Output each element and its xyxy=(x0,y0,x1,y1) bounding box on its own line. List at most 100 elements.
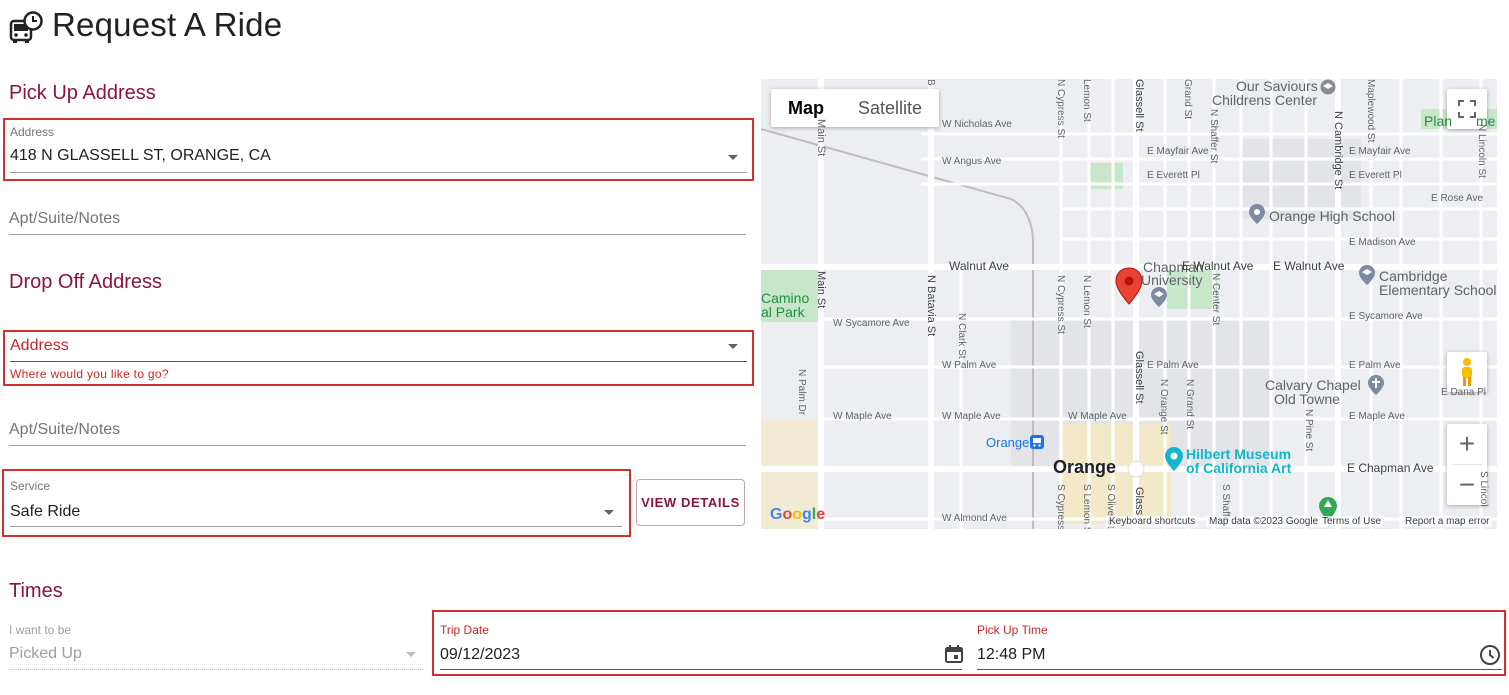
dropoff-address-select[interactable]: Address Where would you like to go? xyxy=(3,330,754,386)
calendar-icon[interactable] xyxy=(944,644,964,669)
museum-pin-icon xyxy=(1165,447,1183,471)
street-maple-w2: W Maple Ave xyxy=(942,411,1001,422)
pickup-notes-underline xyxy=(9,234,746,235)
chevron-down-icon[interactable] xyxy=(728,344,738,349)
view-details-button[interactable]: VIEW DETAILS xyxy=(636,479,745,526)
street-lincoln: N Lincoln St xyxy=(1476,124,1487,178)
street-walnut: Walnut Ave xyxy=(949,259,1010,273)
pickup-notes-input[interactable]: Apt/Suite/Notes xyxy=(9,210,120,228)
bus-clock-icon xyxy=(9,11,43,45)
poi-camino-1: Camino xyxy=(761,290,810,306)
street-mayfair: E Mayfair Ave xyxy=(1147,146,1209,157)
street-maple-e: E Maple Ave xyxy=(1349,411,1405,422)
street-main: Main St xyxy=(815,271,827,309)
location-marker-icon[interactable] xyxy=(1115,267,1143,310)
google-logo: Google xyxy=(770,506,826,523)
map-type-map-button[interactable]: Map xyxy=(771,89,841,127)
terms-of-use-link[interactable]: Terms of Use xyxy=(1319,516,1384,527)
street-sycamore-w: W Sycamore Ave xyxy=(833,318,910,329)
service-select[interactable]: Service Safe Ride xyxy=(2,469,631,537)
street-angus: W Angus Ave xyxy=(942,156,1002,167)
poi-chapman-2: University xyxy=(1141,272,1203,288)
chevron-down-icon[interactable] xyxy=(604,510,614,515)
want-to-be-select[interactable]: Picked Up xyxy=(9,645,82,663)
street-cypress-s: S Cypress xyxy=(1055,484,1066,529)
dropoff-notes-input[interactable]: Apt/Suite/Notes xyxy=(9,421,120,439)
transit-icon xyxy=(1030,435,1044,449)
street-shaffer: N Shaffer St xyxy=(1208,109,1219,164)
street-cypress-2: N Cypress St xyxy=(1055,275,1066,334)
transit-orange-label: Orange xyxy=(986,435,1030,450)
university-pin-icon xyxy=(1151,287,1167,307)
report-map-error-link[interactable]: Report a map error xyxy=(1402,516,1493,527)
zoom-in-button[interactable]: + xyxy=(1447,424,1487,464)
service-underline xyxy=(10,526,622,527)
poi-calvary-2: Old Towne xyxy=(1274,391,1340,407)
street-rose: E Rose Ave xyxy=(1431,193,1484,204)
poi-hilbert-2: of California Art xyxy=(1186,460,1292,476)
poi-camino-2: al Park xyxy=(761,304,805,320)
street-orange-st: N Orange St xyxy=(1158,379,1169,435)
clock-icon[interactable] xyxy=(1479,644,1501,671)
trip-date-input[interactable]: 09/12/2023 xyxy=(440,646,520,664)
street-lemon-s: S Lemon St xyxy=(1081,484,1092,529)
street-sycamore-e: E Sycamore Ave xyxy=(1349,311,1423,322)
street-almond: W Almond Ave xyxy=(942,513,1007,524)
pickup-section-title: Pick Up Address xyxy=(9,82,156,104)
street-main-top: Main St xyxy=(815,119,827,157)
street-chapman-ave: E Chapman Ave xyxy=(1347,461,1434,475)
church-pin-icon xyxy=(1368,375,1384,395)
page-title: Request A Ride xyxy=(52,6,283,43)
school-icon xyxy=(1320,79,1336,95)
street-b: B xyxy=(925,79,936,86)
poi-orange-high-school: Orange High School xyxy=(1269,208,1396,224)
poi-hilbert-1: Hilbert Museum xyxy=(1186,446,1292,462)
street-pine: N Pine St xyxy=(1303,409,1314,452)
pickup-time-underline xyxy=(977,669,1502,670)
want-to-be-label: I want to be xyxy=(9,623,72,637)
place-pin-icon xyxy=(1249,204,1265,224)
pickup-address-value: 418 N GLASSELL ST, ORANGE, CA xyxy=(10,147,271,164)
chevron-down-icon xyxy=(406,652,416,657)
street-everett-2: E Everett Pl xyxy=(1349,170,1402,181)
keyboard-shortcuts-link[interactable]: Keyboard shortcuts xyxy=(1106,516,1199,527)
street-grand-2: N Grand St xyxy=(1184,379,1195,430)
street-mayfair-2: E Mayfair Ave xyxy=(1349,146,1411,157)
poi-cambridge-2: Elementary School xyxy=(1379,282,1497,298)
service-label: Service xyxy=(10,479,51,493)
street-glassell-2: Glassell St xyxy=(1133,351,1145,404)
dropoff-address-helper: Where would you like to go? xyxy=(10,367,169,381)
street-palm-e: E Palm Ave xyxy=(1147,360,1199,371)
street-cambridge: N Cambridge St xyxy=(1332,111,1344,190)
map-view[interactable]: Map Satellite + − Our Saviours Childrens… xyxy=(761,79,1497,529)
street-maplewood: Maplewood St xyxy=(1365,79,1376,143)
street-palm-dr: N Palm Dr xyxy=(796,369,807,416)
poi-childrens-center: Childrens Center xyxy=(1212,92,1318,108)
pickup-time-input[interactable]: 12:48 PM xyxy=(977,646,1045,664)
pickup-time-label: Pick Up Time xyxy=(977,623,1048,637)
street-madison: E Madison Ave xyxy=(1349,237,1416,248)
service-value: Safe Ride xyxy=(10,503,81,520)
date-time-group: Trip Date 09/12/2023 Pick Up Time 12:48 … xyxy=(432,610,1506,676)
school-pin-icon xyxy=(1359,265,1375,285)
trip-date-underline xyxy=(440,669,962,670)
street-maple-w1: W Maple Ave xyxy=(833,411,892,422)
pickup-address-select[interactable]: Address 418 N GLASSELL ST, ORANGE, CA xyxy=(3,118,754,181)
street-everett: E Everett Pl xyxy=(1147,170,1200,181)
map-data-attribution: Map data ©2023 Google xyxy=(1206,516,1322,527)
dropoff-address-label: Address xyxy=(10,337,69,354)
street-view-pegman-button[interactable] xyxy=(1447,352,1487,392)
want-to-be-underline xyxy=(9,669,423,670)
map-type-satellite-button[interactable]: Satellite xyxy=(841,89,939,127)
chevron-down-icon[interactable] xyxy=(728,155,738,160)
pickup-address-label: Address xyxy=(10,125,55,139)
poi-plan: Plan xyxy=(1424,113,1453,129)
street-grand: Grand St xyxy=(1182,79,1193,120)
fullscreen-icon xyxy=(1458,100,1476,118)
trip-date-label: Trip Date xyxy=(440,623,489,637)
street-batavia: N Batavia St xyxy=(925,275,937,337)
street-clark: N Clark St xyxy=(956,313,967,359)
map-city-label: Orange xyxy=(1053,457,1117,477)
times-section-title: Times xyxy=(9,580,63,602)
street-lemon: Lemon St xyxy=(1081,79,1092,122)
